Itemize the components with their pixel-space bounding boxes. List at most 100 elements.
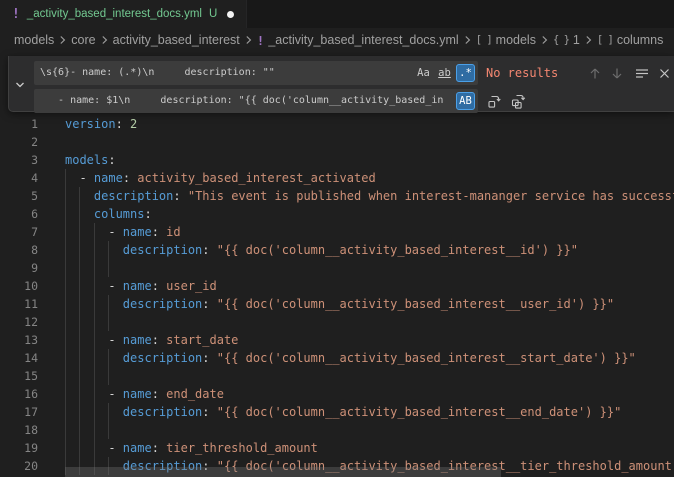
code-token: name [94, 171, 123, 185]
breadcrumb-item-1[interactable]: { }1 [553, 33, 580, 47]
code-token: description [123, 351, 202, 365]
code-line-text: - name: end_date [65, 385, 224, 403]
line-number: 4 [0, 169, 38, 187]
breadcrumb-label: columns [617, 33, 664, 47]
whole-word-toggle[interactable]: ab [435, 64, 454, 82]
indent-guide-icon [108, 259, 109, 277]
line-number: 8 [0, 241, 38, 259]
code-line[interactable]: 7 - name: id [0, 223, 674, 241]
line-number: 12 [0, 313, 38, 331]
code-token: user_id [159, 279, 217, 293]
code-token: "This event is published when interest-m… [181, 189, 674, 203]
code-line[interactable]: 8 description: "{{ doc('column__activity… [0, 241, 674, 259]
replace-button[interactable] [484, 89, 506, 113]
code-line[interactable]: 11 description: "{{ doc('column__activit… [0, 295, 674, 313]
match-case-toggle[interactable]: Aa [414, 64, 433, 82]
code-token: id [159, 225, 181, 239]
find-toggles: Aaab.* [414, 64, 475, 82]
code-line[interactable]: 3models: [0, 151, 674, 169]
code-line[interactable]: 2 [0, 133, 674, 151]
breadcrumb-item-core[interactable]: core [71, 33, 95, 47]
array-symbol-icon: [ ] [597, 34, 613, 46]
replace-input[interactable]: - name: $1\n description: "{{ doc('colum… [34, 89, 478, 113]
code-token: name [123, 225, 152, 239]
previous-match-button[interactable] [584, 61, 606, 85]
code-token: description [123, 405, 202, 419]
code-token: - [65, 225, 123, 239]
code-line[interactable]: 4 - name: activity_based_interest_activa… [0, 169, 674, 187]
modified-dot-icon[interactable] [227, 11, 234, 18]
find-input[interactable]: \s{6}- name: (.*)\n description: "" Aaab… [34, 61, 478, 85]
breadcrumb-label: activity_based_interest [113, 33, 240, 47]
line-number: 2 [0, 133, 38, 151]
line-number: 20 [0, 457, 38, 475]
code-token: start_date [159, 333, 238, 347]
code-line[interactable]: 12 [0, 313, 674, 331]
code-line[interactable]: 15 [0, 367, 674, 385]
line-number: 17 [0, 403, 38, 421]
code-line[interactable]: 9 [0, 259, 674, 277]
code-token: - [65, 387, 123, 401]
editor[interactable]: 1version: 223models:4 - name: activity_b… [0, 52, 674, 477]
chevron-down-icon [14, 79, 26, 91]
code-token: : [152, 333, 159, 347]
horizontal-scrollbar[interactable] [65, 467, 501, 477]
line-number: 19 [0, 439, 38, 457]
line-number: 9 [0, 259, 38, 277]
code-token: : [144, 207, 151, 221]
git-status-untracked-badge: U [209, 8, 217, 20]
breadcrumb-item-activity-based-interest[interactable]: activity_based_interest [113, 33, 240, 47]
replace-input-value: - name: $1\n description: "{{ doc('colum… [40, 89, 448, 113]
line-number: 15 [0, 367, 38, 385]
yaml-file-icon: ! [257, 33, 265, 48]
close-find-button[interactable] [653, 61, 674, 85]
toggle-replace-button[interactable] [12, 77, 28, 93]
indent-guide-icon [108, 421, 109, 439]
code-line-text: - name: id [65, 223, 181, 241]
find-widget: \s{6}- name: (.*)\n description: "" Aaab… [8, 56, 674, 112]
preserve-case-toggle[interactable]: AB [456, 92, 475, 110]
find-in-selection-button[interactable] [631, 61, 653, 85]
tab-bar: ! _activity_based_interest_docs.yml U [0, 0, 674, 28]
code-line[interactable]: 6 columns: [0, 205, 674, 223]
code-token: : [123, 171, 130, 185]
breadcrumb: modelscoreactivity_based_interest!_activ… [0, 28, 674, 52]
arrow-up-icon [589, 67, 601, 80]
line-number: 3 [0, 151, 38, 169]
regex-toggle[interactable]: .* [456, 64, 475, 82]
code-token [65, 297, 123, 311]
replace-all-button[interactable] [508, 89, 530, 113]
code-line[interactable]: 13 - name: start_date [0, 331, 674, 349]
code-line[interactable]: 5 description: "This event is published … [0, 187, 674, 205]
code-token: description [123, 297, 202, 311]
breadcrumb-label: _activity_based_interest_docs.yml [268, 33, 458, 47]
code-line[interactable]: 18 [0, 421, 674, 439]
code-line[interactable]: 19 - name: tier_threshold_amount [0, 439, 674, 457]
code-line[interactable]: 14 description: "{{ doc('column__activit… [0, 349, 674, 367]
breadcrumb-item-columns[interactable]: [ ] columns [597, 33, 664, 47]
breadcrumb-separator-icon [100, 35, 109, 45]
breadcrumb-separator-icon [540, 35, 549, 45]
code-line[interactable]: 1version: 2 [0, 115, 674, 133]
code-line[interactable]: 17 description: "{{ doc('column__activit… [0, 403, 674, 421]
code-token: name [123, 279, 152, 293]
yaml-file-icon: ! [12, 7, 20, 22]
indent-guide-icon [65, 367, 66, 385]
breadcrumb-item-models[interactable]: models [14, 33, 54, 47]
code-line[interactable]: 16 - name: end_date [0, 385, 674, 403]
code-token: columns [94, 207, 145, 221]
next-match-button[interactable] [606, 61, 628, 85]
code-line[interactable]: 10 - name: user_id [0, 277, 674, 295]
find-input-value: \s{6}- name: (.*)\n description: "" [40, 61, 408, 85]
tab-activity-based-interest-docs[interactable]: ! _activity_based_interest_docs.yml U [0, 0, 247, 28]
find-results-status: No results [486, 61, 558, 85]
indent-guide-icon [94, 259, 95, 277]
code-token: : [173, 189, 180, 203]
line-number: 10 [0, 277, 38, 295]
code-token: end_date [159, 387, 224, 401]
breadcrumb-item-models[interactable]: [ ]models [476, 33, 536, 47]
breadcrumb-item--activity-based-interest-docs-yml[interactable]: !_activity_based_interest_docs.yml [257, 33, 459, 48]
code-token: : [152, 387, 159, 401]
breadcrumb-label: models [496, 33, 536, 47]
line-number: 11 [0, 295, 38, 313]
